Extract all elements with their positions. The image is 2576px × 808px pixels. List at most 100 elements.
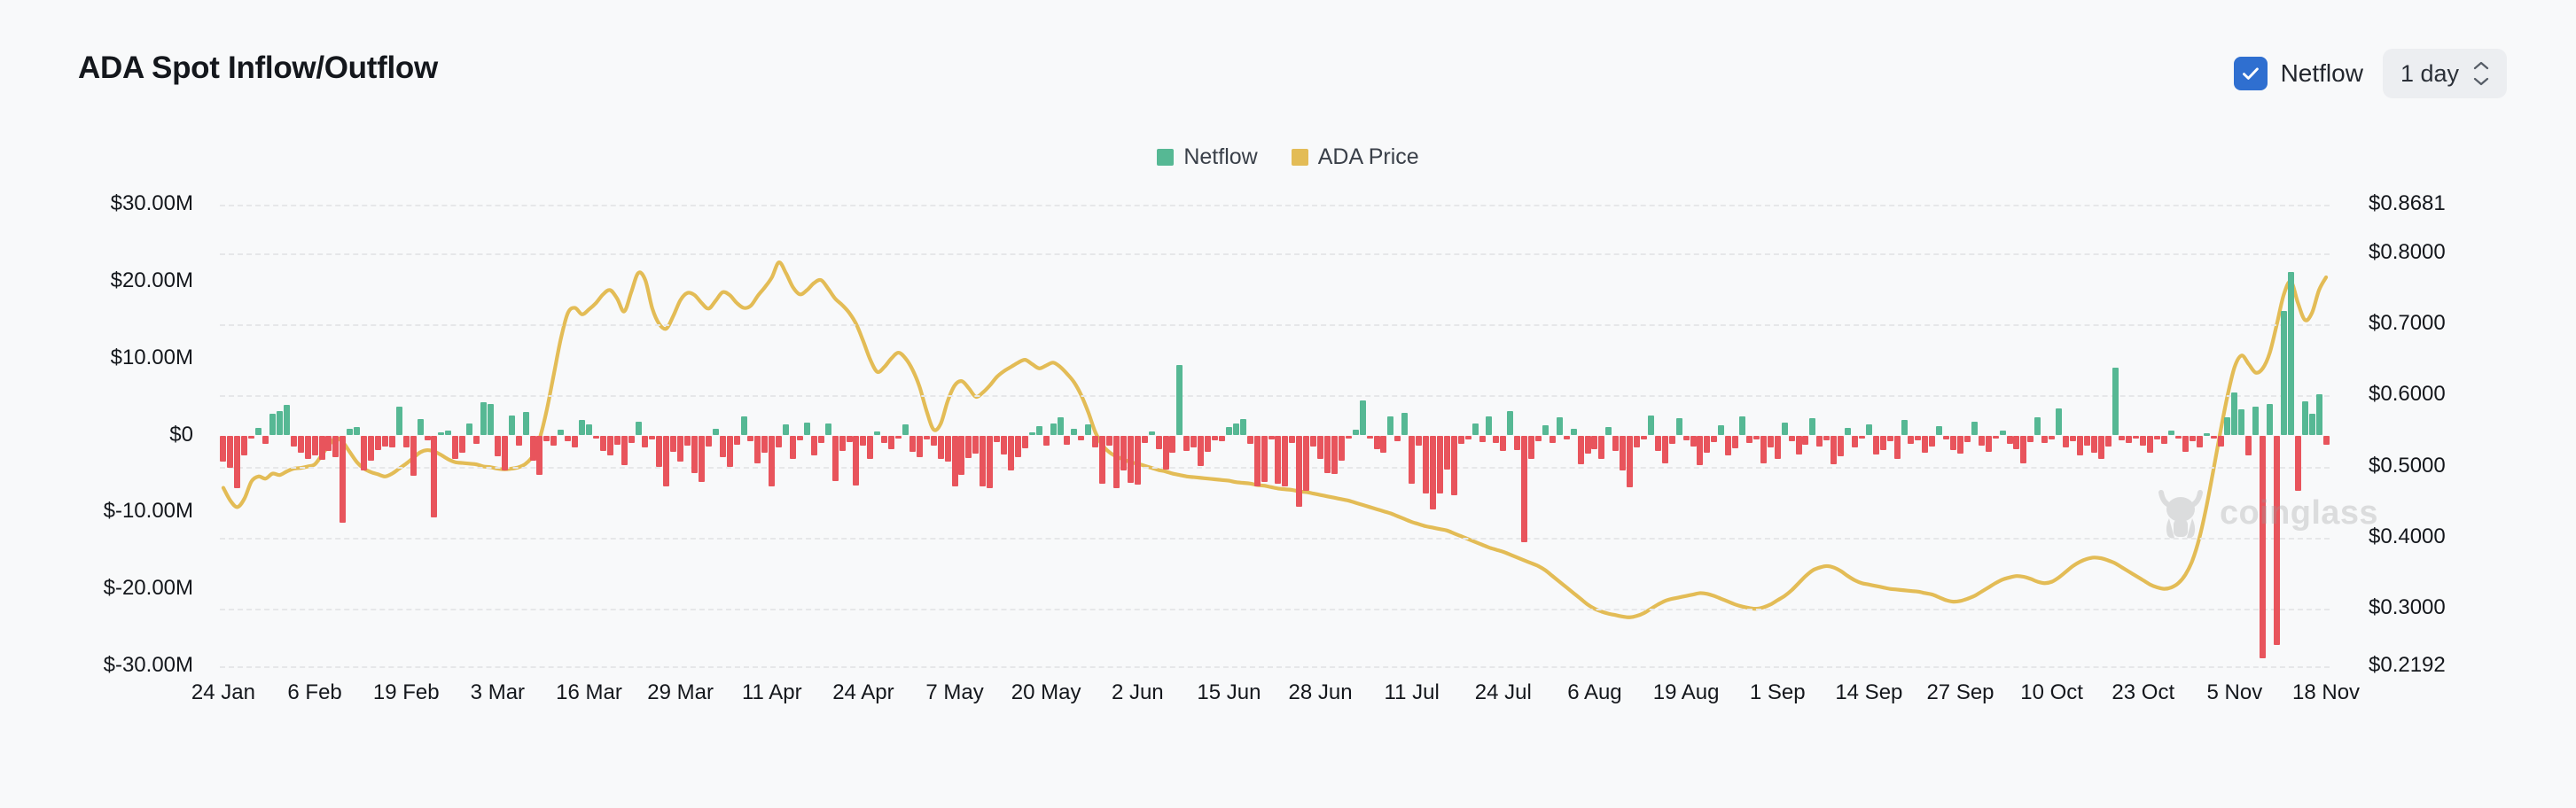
netflow-bar[interactable]	[1437, 436, 1443, 493]
netflow-bar[interactable]	[1585, 436, 1591, 454]
netflow-bar[interactable]	[1282, 436, 1288, 486]
netflow-bar[interactable]	[888, 436, 894, 450]
netflow-bar[interactable]	[495, 436, 501, 456]
netflow-bar[interactable]	[621, 436, 628, 466]
netflow-bar[interactable]	[396, 407, 402, 435]
netflow-bar[interactable]	[832, 436, 839, 481]
netflow-bar[interactable]	[747, 436, 753, 441]
netflow-bar[interactable]	[1163, 436, 1169, 470]
netflow-bar[interactable]	[312, 436, 318, 456]
netflow-bar[interactable]	[1289, 436, 1295, 444]
netflow-bar[interactable]	[2041, 436, 2048, 444]
netflow-bar[interactable]	[1564, 436, 1570, 439]
netflow-bar[interactable]	[2281, 311, 2287, 436]
netflow-bar[interactable]	[1078, 436, 1084, 440]
netflow-bar[interactable]	[220, 436, 226, 462]
netflow-bar[interactable]	[1908, 436, 1914, 445]
netflow-bar[interactable]	[2274, 436, 2280, 645]
netflow-bar[interactable]	[1775, 436, 1781, 460]
netflow-bar[interactable]	[2204, 433, 2210, 436]
netflow-bar[interactable]	[389, 436, 395, 448]
netflow-bar[interactable]	[839, 436, 846, 451]
netflow-bar[interactable]	[332, 436, 339, 457]
netflow-bar[interactable]	[1634, 436, 1640, 447]
netflow-bar[interactable]	[2084, 436, 2090, 446]
netflow-bar[interactable]	[2252, 407, 2259, 436]
netflow-bar[interactable]	[2154, 436, 2160, 439]
netflow-bar[interactable]	[1901, 420, 1908, 435]
netflow-bar[interactable]	[1331, 436, 1338, 474]
netflow-bar[interactable]	[1169, 436, 1175, 453]
netflow-bar[interactable]	[509, 416, 515, 436]
netflow-bar[interactable]	[1339, 436, 1345, 462]
netflow-bar[interactable]	[1451, 436, 1457, 496]
netflow-bar[interactable]	[2098, 436, 2104, 459]
netflow-bar[interactable]	[1823, 436, 1830, 440]
netflow-bar[interactable]	[241, 436, 247, 456]
netflow-bar[interactable]	[1887, 436, 1893, 442]
netflow-bar[interactable]	[1353, 430, 1359, 435]
netflow-bar[interactable]	[2070, 436, 2076, 442]
netflow-bar[interactable]	[488, 404, 494, 436]
netflow-bar[interactable]	[1662, 436, 1668, 463]
netflow-bar[interactable]	[1620, 436, 1626, 471]
netflow-bar[interactable]	[2126, 436, 2132, 444]
netflow-bar[interactable]	[473, 436, 480, 445]
netflow-bar[interactable]	[1873, 436, 1879, 455]
netflow-bar[interactable]	[987, 436, 993, 488]
netflow-bar[interactable]	[1296, 436, 1302, 508]
netflow-bar[interactable]	[1845, 428, 1851, 436]
netflow-bar[interactable]	[1760, 436, 1767, 463]
netflow-bar[interactable]	[1493, 436, 1499, 444]
netflow-bar[interactable]	[1859, 436, 1865, 439]
netflow-bar[interactable]	[706, 436, 712, 447]
netflow-bar[interactable]	[1591, 436, 1597, 450]
netflow-bar[interactable]	[1458, 436, 1464, 445]
netflow-bar[interactable]	[425, 436, 431, 440]
netflow-bar[interactable]	[1796, 436, 1802, 455]
netflow-bar[interactable]	[340, 436, 346, 523]
netflow-bar[interactable]	[1929, 436, 1935, 447]
netflow-bar[interactable]	[1149, 431, 1155, 435]
netflow-bar[interactable]	[1557, 417, 1563, 436]
netflow-bar[interactable]	[1198, 436, 1204, 467]
netflow-bar[interactable]	[2147, 436, 2153, 453]
netflow-bar[interactable]	[375, 436, 381, 450]
netflow-bar[interactable]	[262, 436, 269, 445]
netflow-bar[interactable]	[958, 436, 964, 475]
netflow-bar[interactable]	[776, 436, 782, 448]
netflow-bar[interactable]	[325, 436, 332, 451]
netflow-bar[interactable]	[1106, 436, 1112, 446]
netflow-bar[interactable]	[1943, 436, 1949, 439]
netflow-bar[interactable]	[1050, 423, 1057, 436]
netflow-bar[interactable]	[565, 436, 571, 442]
netflow-bar[interactable]	[1957, 436, 1963, 454]
netflow-bar[interactable]	[523, 412, 529, 435]
netflow-bar[interactable]	[305, 436, 311, 459]
netflow-bar[interactable]	[1247, 436, 1253, 445]
netflow-bar[interactable]	[1697, 436, 1703, 466]
netflow-bar[interactable]	[2063, 436, 2069, 448]
netflow-bar[interactable]	[2034, 417, 2041, 436]
netflow-bar[interactable]	[1816, 436, 1823, 447]
netflow-bar[interactable]	[382, 436, 388, 447]
netflow-bar[interactable]	[418, 419, 424, 435]
netflow-bar[interactable]	[410, 436, 417, 476]
netflow-bar[interactable]	[980, 436, 986, 486]
netflow-bar[interactable]	[2267, 404, 2273, 436]
netflow-bar[interactable]	[1275, 436, 1281, 485]
netflow-bar[interactable]	[1922, 436, 1928, 453]
netflow-bar[interactable]	[1500, 436, 1506, 451]
netflow-bar[interactable]	[649, 436, 655, 439]
netflow-bar[interactable]	[1092, 436, 1098, 448]
netflow-bar[interactable]	[1317, 436, 1323, 459]
netflow-bar[interactable]	[1648, 416, 1654, 436]
netflow-bar[interactable]	[466, 423, 472, 435]
netflow-bar[interactable]	[965, 436, 972, 458]
netflow-bar[interactable]	[1514, 436, 1520, 450]
netflow-bar[interactable]	[1993, 436, 1999, 439]
netflow-bar[interactable]	[572, 436, 578, 448]
netflow-bar[interactable]	[558, 430, 564, 435]
netflow-bar[interactable]	[480, 402, 487, 435]
netflow-bar[interactable]	[530, 436, 536, 462]
